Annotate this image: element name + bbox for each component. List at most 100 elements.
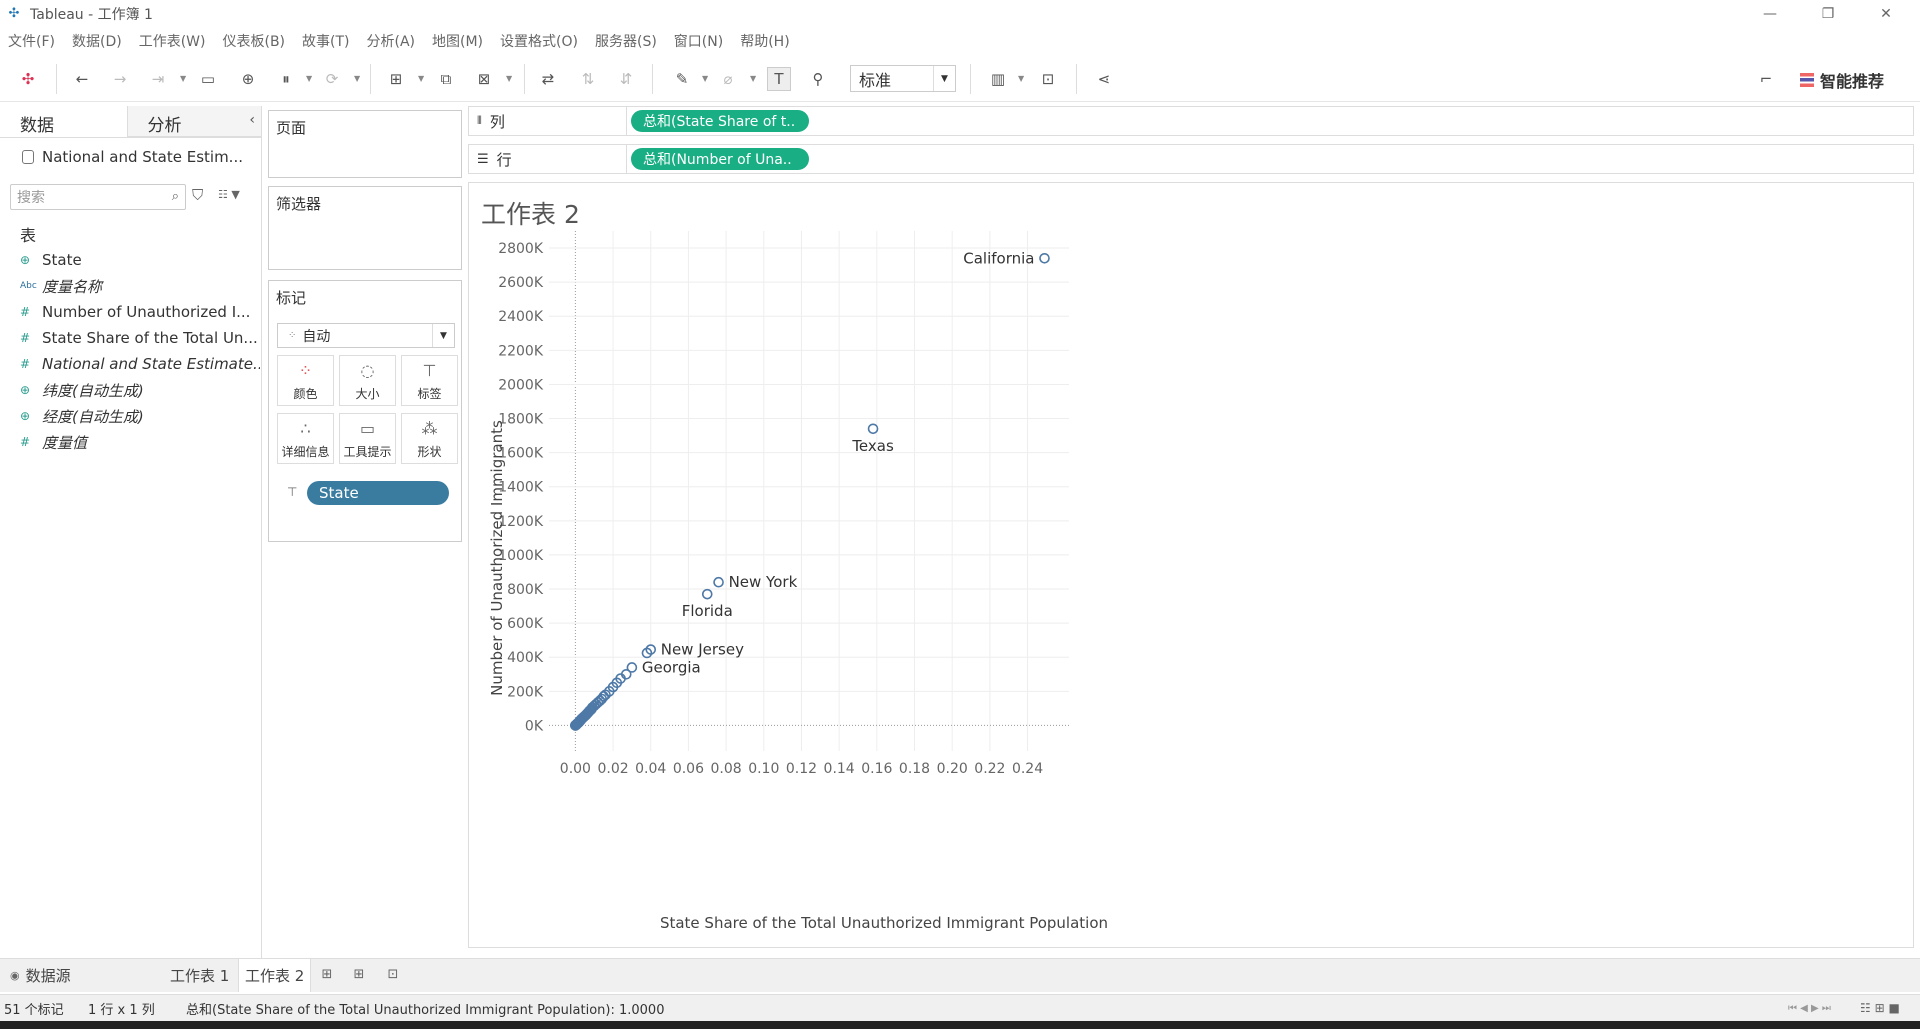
x-tick-label: 0.02 bbox=[597, 761, 628, 777]
sort-ascending-icon[interactable]: ⇅ bbox=[576, 67, 600, 91]
show-cards-icon[interactable]: ▥ bbox=[986, 67, 1010, 91]
y-tick-label: 2600K bbox=[498, 275, 544, 291]
detail-button[interactable]: ∴ 详细信息 bbox=[277, 413, 334, 464]
highlight-icon[interactable]: ✎ bbox=[670, 67, 694, 91]
x-tick-label: 0.20 bbox=[937, 761, 968, 777]
minimize-icon[interactable]: — bbox=[1742, 0, 1798, 28]
presentation-mode-icon[interactable]: ⊡ bbox=[1036, 67, 1060, 91]
new-datasource-icon[interactable]: ⊕ bbox=[236, 67, 260, 91]
show-me-button[interactable]: 智能推荐 bbox=[1800, 68, 1884, 92]
pages-card[interactable]: 页面 bbox=[268, 110, 462, 178]
menu-file[interactable]: 文件(F) bbox=[8, 31, 55, 51]
number-icon: # bbox=[20, 357, 31, 371]
field-item[interactable]: ⊕ 经度(自动生成) bbox=[20, 404, 260, 428]
y-tick-label: 600K bbox=[507, 616, 544, 632]
x-tick-label: 0.16 bbox=[861, 761, 892, 777]
tab-sheet2[interactable]: 工作表 2 bbox=[238, 959, 312, 992]
show-me-icon bbox=[1800, 73, 1814, 87]
menu-help[interactable]: 帮助(H) bbox=[740, 31, 789, 51]
size-icon: ◌ bbox=[360, 361, 375, 380]
menu-analysis[interactable]: 分析(A) bbox=[367, 31, 416, 51]
menu-window[interactable]: 窗口(N) bbox=[674, 31, 723, 51]
field-item[interactable]: # 度量值 bbox=[20, 430, 260, 454]
field-item[interactable]: # Number of Unauthorized I... bbox=[20, 300, 260, 324]
new-worksheet-icon[interactable]: ⊞ bbox=[384, 67, 408, 91]
tab-sheet1[interactable]: 工作表 1 bbox=[164, 959, 235, 992]
clear-sheet-icon[interactable]: ⊠ bbox=[472, 67, 496, 91]
mark-type-select[interactable]: ⁘ 自动 ▼ bbox=[277, 323, 455, 348]
collapse-icon[interactable]: ‹ bbox=[249, 112, 255, 128]
field-item[interactable]: ⊕ 纬度(自动生成) bbox=[20, 378, 260, 402]
state-label-pill[interactable]: State bbox=[307, 481, 449, 505]
abc-icon: Abc bbox=[20, 281, 37, 291]
field-item[interactable]: # State Share of the Total Un... bbox=[20, 326, 260, 350]
redo-icon[interactable]: → bbox=[108, 67, 132, 91]
menu-bar: 文件(F) 数据(D) 工作表(W) 仪表板(B) 故事(T) 分析(A) 地图… bbox=[0, 28, 1920, 54]
columns-pill[interactable]: 总和(State Share of t.. bbox=[631, 110, 809, 132]
restore-icon[interactable]: ❐ bbox=[1800, 0, 1856, 28]
view-options-icon[interactable]: ☷ ▼ bbox=[218, 188, 240, 201]
mark-type-value: 自动 bbox=[302, 328, 331, 345]
menu-format[interactable]: 设置格式(O) bbox=[500, 31, 578, 51]
x-axis-label: State Share of the Total Unauthorized Im… bbox=[660, 914, 1108, 932]
fit-select[interactable]: 标准 ▼ bbox=[850, 65, 956, 92]
filter-icon[interactable]: ⛉ bbox=[192, 186, 203, 204]
columns-shelf[interactable]: ⦀ 列 总和(State Share of t.. bbox=[468, 106, 1914, 136]
nav-arrows-icon[interactable]: ⏮ ◀ ▶ ⏭ bbox=[1788, 1003, 1831, 1014]
menu-dashboard[interactable]: 仪表板(B) bbox=[222, 31, 285, 51]
swap-axes-icon[interactable]: ⇄ bbox=[536, 67, 560, 91]
color-button[interactable]: ⁘ 颜色 bbox=[277, 355, 334, 406]
tooltip-button[interactable]: ▭ 工具提示 bbox=[339, 413, 396, 464]
tables-heading: 表 bbox=[20, 226, 37, 245]
point-label: New York bbox=[729, 573, 798, 591]
tab-data-source[interactable]: ◉ 数据源 bbox=[4, 959, 77, 992]
data-source-item[interactable]: National and State Estim... bbox=[0, 138, 261, 176]
filters-card[interactable]: 筛选器 bbox=[268, 186, 462, 270]
y-tick-label: 2800K bbox=[498, 241, 544, 257]
label-button[interactable]: ⊤ 标签 bbox=[401, 355, 458, 406]
y-tick-label: 0K bbox=[525, 718, 544, 734]
new-worksheet-icon[interactable]: ⊞ bbox=[318, 967, 336, 985]
shape-button[interactable]: ⁂ 形状 bbox=[401, 413, 458, 464]
sort-descending-icon[interactable]: ⇵ bbox=[614, 67, 638, 91]
close-icon[interactable]: ✕ bbox=[1858, 0, 1914, 28]
tab-data[interactable]: 数据 bbox=[0, 106, 128, 137]
tooltip-icon: ▭ bbox=[359, 419, 376, 438]
pause-updates-icon[interactable]: ⏸ bbox=[274, 67, 298, 91]
point-label: Florida bbox=[682, 602, 733, 620]
tab-analysis[interactable]: 分析 bbox=[127, 106, 261, 137]
tableau-home-icon[interactable]: ✣ bbox=[16, 67, 40, 91]
view-mode-icon[interactable]: ☷ ⊞ ■ bbox=[1860, 1001, 1900, 1015]
field-item[interactable]: Abc 度量名称 bbox=[20, 274, 260, 298]
datasource-icon: ◉ bbox=[10, 969, 20, 982]
globe-icon: ⊕ bbox=[20, 253, 31, 267]
menu-story[interactable]: 故事(T) bbox=[302, 31, 349, 51]
duplicate-sheet-icon[interactable]: ⧉ bbox=[434, 67, 458, 91]
new-story-icon[interactable]: ⊡ bbox=[384, 967, 402, 985]
refresh-icon[interactable]: ⟳ bbox=[320, 67, 344, 91]
search-icon: ⌕ bbox=[171, 189, 179, 204]
cards-pane: 页面 筛选器 标记 ⁘ 自动 ▼ ⁘ 颜色 ◌ 大小 ⊤ 标签 ∴ 详细信息 ▭… bbox=[262, 106, 466, 958]
menu-map[interactable]: 地图(M) bbox=[432, 31, 483, 51]
new-dashboard-icon[interactable]: ⊞ bbox=[350, 967, 368, 985]
undo-icon[interactable]: ← bbox=[70, 67, 94, 91]
scatter-chart: 0.00 0.02 0.04 0.06 0.08 0.10 0.12 0.14 0.16 0.18… bbox=[488, 231, 1108, 932]
size-button[interactable]: ◌ 大小 bbox=[339, 355, 396, 406]
menu-data[interactable]: 数据(D) bbox=[72, 31, 122, 51]
rows-shelf[interactable]: ☰ 行 总和(Number of Una.. bbox=[468, 144, 1914, 174]
show-mark-labels-icon[interactable]: T bbox=[767, 67, 791, 91]
rows-pill[interactable]: 总和(Number of Una.. bbox=[631, 148, 809, 170]
x-tick-label: 0.00 bbox=[560, 761, 591, 777]
share-icon[interactable]: ⋖ bbox=[1092, 67, 1116, 91]
group-members-icon[interactable]: ⌀ bbox=[716, 67, 740, 91]
title-bar: ✣ Tableau - 工作簿 1 — ❐ ✕ bbox=[0, 0, 1920, 28]
menu-worksheet[interactable]: 工作表(W) bbox=[139, 31, 206, 51]
search-input[interactable]: 搜索 ⌕ bbox=[10, 184, 186, 210]
save-icon[interactable]: ▭ bbox=[196, 67, 220, 91]
fix-axes-icon[interactable]: ⚲ bbox=[806, 67, 830, 91]
field-item[interactable]: # National and State Estimate... bbox=[20, 352, 260, 376]
field-item[interactable]: ⊕ State bbox=[20, 248, 260, 272]
menu-server[interactable]: 服务器(S) bbox=[595, 31, 657, 51]
paint-format-icon[interactable]: ⌐ bbox=[1754, 67, 1778, 91]
replay-icon[interactable]: ⇥ bbox=[146, 67, 170, 91]
